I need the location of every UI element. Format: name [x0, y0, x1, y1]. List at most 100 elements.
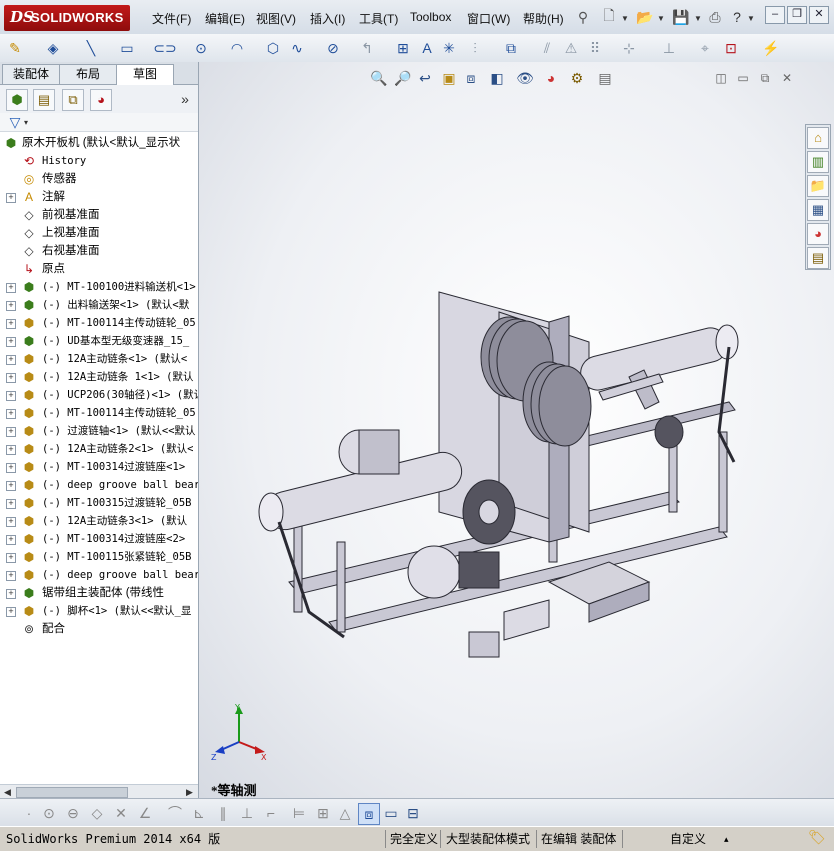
horizontal-snap-icon[interactable]: ⊥ [238, 804, 256, 822]
line-icon[interactable]: ╲ [82, 39, 100, 57]
move-entities-icon[interactable]: ⊹ [620, 39, 638, 57]
design-library-icon[interactable]: ▥ [807, 151, 829, 173]
display-style-icon[interactable]: ◧ [487, 68, 507, 88]
quadrant-snap-icon[interactable]: ◇ [88, 804, 106, 822]
nearest-snap-icon[interactable]: ∠ [136, 804, 154, 822]
open-folder-icon[interactable]: 📂 [636, 8, 654, 26]
length-snap-icon[interactable]: ⊨ [290, 804, 308, 822]
tree-item[interactable]: + ⬢ (-) deep groove ball bear [0, 476, 198, 494]
minimize-button[interactable]: – [765, 6, 785, 24]
tangent-snap-icon[interactable]: ⌒ [166, 804, 184, 822]
expand-plus-icon[interactable]: + [6, 589, 16, 599]
status-large-assembly[interactable]: 大型装配体模式 [446, 831, 530, 847]
quick-snaps-icon[interactable]: ⊡ [722, 39, 740, 57]
filter-icon[interactable]: ▽ [6, 113, 24, 131]
menu-tools[interactable]: 工具(T) [359, 10, 398, 27]
angle-snap-icon[interactable]: △ [336, 804, 354, 822]
expand-plus-icon[interactable]: + [6, 427, 16, 437]
expand-plus-icon[interactable]: + [6, 193, 16, 203]
pin-icon[interactable]: ⚲ [574, 8, 592, 26]
tree-item[interactable]: + ⬢ (-) 12A主动链条 1<1> (默认 [0, 368, 198, 386]
spline-icon[interactable]: ∿ [288, 39, 306, 57]
tree-item[interactable]: + A 注解 [0, 188, 198, 206]
print-icon[interactable]: ⎙ [706, 8, 724, 26]
expand-plus-icon[interactable]: + [6, 355, 16, 365]
tree-item[interactable]: + ⬢ (-) 12A主动链条2<1> (默认< [0, 440, 198, 458]
menu-window[interactable]: 窗口(W) [467, 10, 510, 27]
tree-item[interactable]: + ⬢ (-) MT-100115张紧链轮_05B [0, 548, 198, 566]
expand-plus-icon[interactable]: + [6, 571, 16, 581]
expand-plus-icon[interactable]: + [6, 301, 16, 311]
expand-plus-icon[interactable]: + [6, 391, 16, 401]
expand-plus-icon[interactable]: + [6, 499, 16, 509]
save-dropdown-icon[interactable]: ▼ [694, 14, 702, 23]
save-icon[interactable]: 💾 [672, 8, 690, 26]
expand-plus-icon[interactable]: + [6, 373, 16, 383]
tree-item[interactable]: + ⬢ (-) MT-100114主传动链轮_05 [0, 314, 198, 332]
property-manager-icon[interactable]: ▤ [33, 89, 55, 111]
parallel-snap-icon[interactable]: ∥ [214, 804, 232, 822]
new-dropdown-icon[interactable]: ▼ [621, 14, 629, 23]
zoom-to-area-icon[interactable]: 🔎 [393, 68, 413, 88]
menu-toolbox[interactable]: Toolbox [410, 10, 451, 24]
circle-icon[interactable]: ⊙ [192, 39, 210, 57]
viewport-minimize-icon[interactable]: ▭ [733, 68, 753, 88]
scroll-thumb[interactable] [16, 787, 128, 798]
center-snap-icon[interactable]: ⊙ [40, 804, 58, 822]
fillet-icon[interactable]: ↰ [358, 39, 376, 57]
expand-plus-icon[interactable]: + [6, 553, 16, 563]
tree-item[interactable]: + ⬢ (-) 出料输送架<1> (默认<默 [0, 296, 198, 314]
tree-item[interactable]: + ⬢ (-) 脚杯<1> (默认<<默认_显 [0, 602, 198, 620]
tree-item[interactable]: + ⬢ 锯带组主装配体 (带线性 [0, 584, 198, 602]
expand-plus-icon[interactable]: + [6, 337, 16, 347]
help-icon[interactable]: ? [728, 8, 746, 26]
file-explorer-icon[interactable]: 📁 [807, 175, 829, 197]
view-plane-icon[interactable]: ▭ [382, 804, 400, 822]
expand-plus-icon[interactable]: + [6, 409, 16, 419]
smart-dimension-icon[interactable]: ◈ [44, 39, 62, 57]
rectangle-icon[interactable]: ▭ [118, 39, 136, 57]
apply-scene-icon[interactable]: ⚙ [567, 68, 587, 88]
hide-show-icon[interactable]: 👁 [515, 68, 535, 88]
appearances-icon[interactable]: ◕ [807, 223, 829, 245]
configuration-manager-icon[interactable]: ⧉ [62, 89, 84, 111]
graphics-area[interactable]: 🔍 🔎 ↩ ▣ ⧈ ◧ 👁 ◕ ⚙ ▤ ◫ ▭ ⧉ ✕ ⌂ ▥ 📁 ▦ ◕ ▤ [199, 62, 834, 798]
scroll-left-icon[interactable]: ◀ [4, 787, 11, 798]
relations-icon[interactable]: ⊥ [660, 39, 678, 57]
grid-snap-icon[interactable]: ⊞ [314, 804, 332, 822]
tab-sketch[interactable]: 草图 [116, 64, 174, 85]
expand-plus-icon[interactable]: + [6, 481, 16, 491]
expand-chevron-icon[interactable]: » [176, 90, 194, 108]
open-dropdown-icon[interactable]: ▼ [657, 14, 665, 23]
menu-edit[interactable]: 编辑(E) [205, 10, 245, 27]
expand-plus-icon[interactable]: + [6, 517, 16, 527]
section-view-icon[interactable]: ▣ [439, 68, 459, 88]
expand-plus-icon[interactable]: + [6, 535, 16, 545]
view-palette-icon[interactable]: ▦ [807, 199, 829, 221]
tree-item[interactable]: + ⬢ (-) 12A主动链条<1> (默认< [0, 350, 198, 368]
tree-item[interactable]: ⊚ 配合 [0, 620, 198, 638]
units-caret-icon[interactable]: ▴ [724, 831, 729, 847]
tree-item[interactable]: ↳ 原点 [0, 260, 198, 278]
restore-button[interactable]: ❐ [787, 6, 807, 24]
perpendicular-snap-icon[interactable]: ⊾ [190, 804, 208, 822]
slot-icon[interactable]: ⊂⊃ [153, 39, 176, 57]
tree-item[interactable]: ◎ 传感器 [0, 170, 198, 188]
tree-item[interactable]: + ⬢ (-) UCP206(30轴径)<1> (默认 [0, 386, 198, 404]
menu-view[interactable]: 视图(V) [256, 10, 296, 27]
tree-item[interactable]: ⟲ History [0, 152, 198, 170]
polygon-icon[interactable]: ⬡ [264, 39, 282, 57]
tree-horizontal-scrollbar[interactable]: ◀ ▶ [0, 784, 198, 799]
midpoint-snap-icon[interactable]: ⊖ [64, 804, 82, 822]
custom-properties-icon[interactable]: ▤ [807, 247, 829, 269]
tab-layout[interactable]: 布局 [59, 64, 117, 84]
point-icon[interactable]: ✳ [440, 39, 458, 57]
tree-item[interactable]: + ⬢ (-) MT-100315过渡链轮_05B [0, 494, 198, 512]
ellipse-icon[interactable]: ⊘ [324, 39, 342, 57]
tree-item[interactable]: + ⬢ (-) MT-100314过渡链座<2> [0, 530, 198, 548]
rapid-sketch-icon[interactable]: ⚡ [762, 39, 780, 57]
tree-item[interactable]: + ⬢ (-) 过渡链轴<1> (默认<<默认 [0, 422, 198, 440]
close-button[interactable]: ✕ [809, 6, 829, 24]
viewport-restore-icon[interactable]: ⧉ [755, 68, 775, 88]
assembly-model[interactable] [249, 282, 749, 662]
